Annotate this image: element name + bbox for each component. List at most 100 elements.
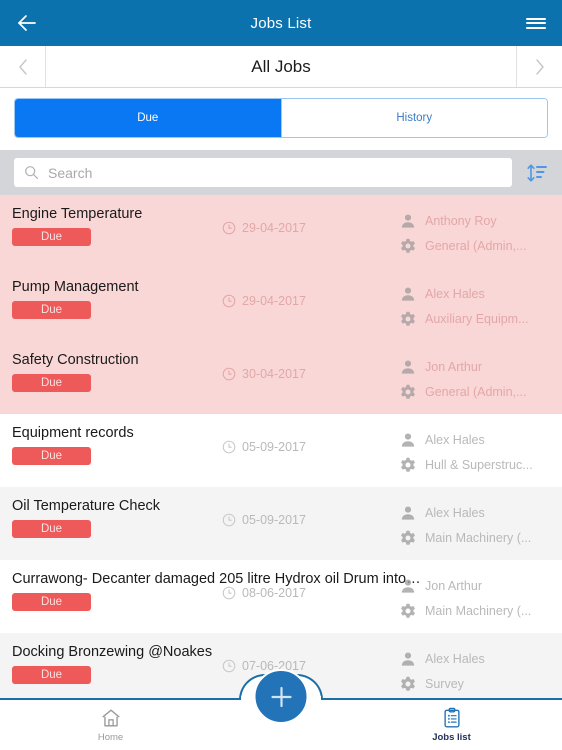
job-assignee-text: Jon Arthur bbox=[425, 578, 482, 593]
page-title: Jobs List bbox=[250, 14, 312, 32]
search-placeholder: Search bbox=[48, 164, 93, 181]
job-title: Oil Temperature Check bbox=[12, 498, 161, 514]
gear-icon bbox=[401, 603, 415, 618]
job-category-text: Main Machinery (... bbox=[425, 603, 532, 618]
job-date-text: 29-04-2017 bbox=[242, 221, 306, 235]
job-title: Currawong- Decanter damaged 205 litre Hy… bbox=[12, 571, 421, 587]
home-icon bbox=[101, 709, 120, 727]
job-category: General (Admin,... bbox=[400, 233, 552, 258]
job-category-text: Main Machinery (... bbox=[425, 530, 532, 545]
next-filter-button[interactable] bbox=[516, 46, 562, 87]
clock-icon bbox=[222, 586, 236, 600]
job-category-text: Hull & Superstruc... bbox=[425, 457, 533, 472]
search-input[interactable]: Search bbox=[14, 158, 512, 187]
job-meta: Alex Hales Auxiliary Equipm... bbox=[400, 281, 552, 331]
nav-item-jobs-list[interactable]: Jobs list bbox=[341, 700, 562, 750]
clock-icon bbox=[222, 367, 236, 381]
tab-due[interactable]: Due bbox=[15, 99, 281, 137]
status-badge: Due bbox=[12, 593, 91, 611]
clock-icon bbox=[222, 659, 236, 673]
table-row[interactable]: Equipment records Due 05-09-2017 Alex Ha… bbox=[0, 414, 562, 487]
job-assignee: Jon Arthur bbox=[400, 354, 552, 379]
nav-item-home[interactable]: Home bbox=[0, 700, 221, 750]
job-title: Equipment records bbox=[12, 425, 134, 441]
sub-header: All Jobs bbox=[0, 46, 562, 88]
job-date: 30-04-2017 bbox=[222, 367, 306, 381]
gear-icon bbox=[401, 676, 415, 691]
job-assignee: Alex Hales bbox=[400, 500, 552, 525]
status-badge: Due bbox=[12, 301, 91, 319]
segmented-control-wrap: Due History bbox=[0, 88, 562, 150]
person-icon bbox=[401, 652, 415, 666]
table-row[interactable]: Safety Construction Due 30-04-2017 Jon A… bbox=[0, 341, 562, 414]
job-date: 07-06-2017 bbox=[222, 659, 306, 673]
job-meta: Alex Hales Main Machinery (... bbox=[400, 500, 552, 550]
table-row[interactable]: Oil Temperature Check Due 05-09-2017 Ale… bbox=[0, 487, 562, 560]
job-category-text: General (Admin,... bbox=[425, 384, 527, 399]
job-category: Main Machinery (... bbox=[400, 525, 552, 550]
search-icon bbox=[25, 166, 39, 180]
gear-icon bbox=[401, 384, 415, 399]
job-assignee: Alex Hales bbox=[400, 427, 552, 452]
table-row[interactable]: Pump Management Due 29-04-2017 Alex Hale… bbox=[0, 268, 562, 341]
job-date-text: 29-04-2017 bbox=[242, 294, 306, 308]
job-assignee-text: Anthony Roy bbox=[425, 213, 497, 228]
job-title: Pump Management bbox=[12, 279, 139, 295]
job-assignee: Alex Hales bbox=[400, 646, 552, 671]
job-date: 08-06-2017 bbox=[222, 586, 306, 600]
job-date-text: 08-06-2017 bbox=[242, 586, 306, 600]
job-assignee-text: Alex Hales bbox=[425, 432, 485, 447]
job-category: Survey bbox=[400, 671, 552, 696]
job-date-text: 05-09-2017 bbox=[242, 440, 306, 454]
job-meta: Alex Hales Survey bbox=[400, 646, 552, 696]
job-meta: Jon Arthur General (Admin,... bbox=[400, 354, 552, 404]
job-category: Auxiliary Equipm... bbox=[400, 306, 552, 331]
job-date-text: 30-04-2017 bbox=[242, 367, 306, 381]
job-assignee-text: Jon Arthur bbox=[425, 359, 482, 374]
back-button[interactable] bbox=[16, 0, 52, 46]
status-badge: Due bbox=[12, 520, 91, 538]
segmented-control: Due History bbox=[14, 98, 548, 138]
person-icon bbox=[401, 360, 415, 374]
add-job-button[interactable] bbox=[253, 669, 309, 724]
table-row[interactable]: Engine Temperature Due 29-04-2017 Anthon… bbox=[0, 195, 562, 268]
person-icon bbox=[401, 433, 415, 447]
job-assignee: Jon Arthur bbox=[400, 573, 552, 598]
nav-label-jobs-list: Jobs list bbox=[432, 732, 471, 743]
job-assignee-text: Alex Hales bbox=[425, 651, 485, 666]
sort-icon bbox=[527, 163, 547, 182]
filter-title: All Jobs bbox=[251, 56, 311, 76]
job-category-text: Survey bbox=[425, 676, 464, 691]
sort-button[interactable] bbox=[522, 162, 552, 184]
app-screen: Jobs List All Jobs Due History Search En… bbox=[0, 0, 562, 750]
plus-icon bbox=[270, 686, 292, 707]
table-row[interactable]: Currawong- Decanter damaged 205 litre Hy… bbox=[0, 560, 562, 633]
job-category: Hull & Superstruc... bbox=[400, 452, 552, 477]
job-category: General (Admin,... bbox=[400, 379, 552, 404]
job-date: 29-04-2017 bbox=[222, 294, 306, 308]
gear-icon bbox=[401, 311, 415, 326]
status-badge: Due bbox=[12, 228, 91, 246]
menu-button[interactable] bbox=[526, 0, 546, 46]
status-badge: Due bbox=[12, 374, 91, 392]
clock-icon bbox=[222, 294, 236, 308]
status-badge: Due bbox=[12, 666, 91, 684]
job-date: 29-04-2017 bbox=[222, 221, 306, 235]
job-category-text: Auxiliary Equipm... bbox=[425, 311, 529, 326]
status-badge: Due bbox=[12, 447, 91, 465]
hamburger-menu-icon bbox=[526, 15, 546, 31]
gear-icon bbox=[401, 530, 415, 545]
job-date-text: 05-09-2017 bbox=[242, 513, 306, 527]
clipboard-icon bbox=[443, 707, 460, 728]
app-bar: Jobs List bbox=[0, 0, 562, 46]
chevron-right-icon bbox=[535, 58, 544, 75]
clock-icon bbox=[222, 513, 236, 527]
prev-filter-button[interactable] bbox=[0, 46, 46, 87]
arrow-left-icon bbox=[18, 15, 36, 31]
job-category: Main Machinery (... bbox=[400, 598, 552, 623]
jobs-list[interactable]: Engine Temperature Due 29-04-2017 Anthon… bbox=[0, 195, 562, 715]
job-date: 05-09-2017 bbox=[222, 513, 306, 527]
job-title: Docking Bronzewing @Noakes bbox=[12, 644, 213, 660]
gear-icon bbox=[401, 238, 415, 253]
tab-history[interactable]: History bbox=[280, 99, 547, 137]
